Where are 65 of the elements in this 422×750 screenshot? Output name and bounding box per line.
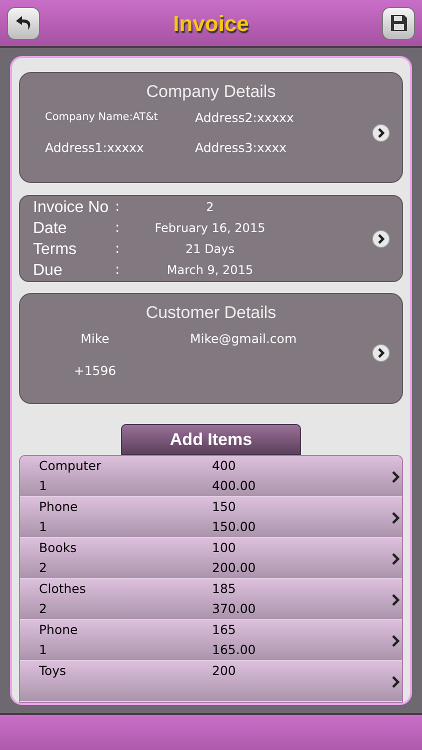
back-button[interactable] — [7, 6, 40, 40]
field-label: Date — [33, 218, 68, 238]
item-price: 100 — [212, 539, 237, 557]
colon-text: : — [115, 240, 121, 258]
item-row[interactable]: Books 100 2 200.00 — [20, 538, 402, 579]
item-quantity: 1 — [39, 477, 48, 495]
chevron-icon — [372, 124, 390, 142]
item-quantity: 1 — [39, 641, 48, 659]
field-value: 21 Days — [184, 240, 236, 258]
customer-email: Mike@gmail.com — [189, 330, 298, 348]
colon-text: : — [115, 218, 121, 238]
chevron-icon — [372, 230, 390, 248]
item-name: Books — [39, 539, 78, 557]
item-name: Computer — [39, 457, 102, 475]
customer-name: Mike — [80, 330, 110, 348]
item-price: 400 — [212, 457, 237, 475]
field-label: Invoice No — [33, 198, 110, 218]
item-total: 370.00 — [212, 600, 257, 618]
item-row[interactable]: Phone 150 1 150.00 — [20, 497, 402, 538]
item-total: 400.00 — [212, 477, 257, 495]
field-value: March 9, 2015 — [166, 262, 254, 278]
address-text: Address1:xxxxx — [45, 139, 145, 158]
chevron-icon — [392, 553, 400, 565]
company-name: Company Name:AT&t — [45, 110, 159, 125]
field-value: 2 — [205, 198, 215, 216]
save-button[interactable] — [382, 6, 415, 40]
item-name: Phone — [39, 621, 79, 639]
item-quantity: 2 — [39, 600, 48, 618]
chevron-icon — [392, 471, 400, 483]
chevron-icon — [392, 512, 400, 524]
chevron-icon — [392, 676, 400, 688]
chevron-icon — [372, 344, 390, 362]
item-row[interactable]: Clothes 185 2 370.00 — [20, 579, 402, 620]
item-quantity: 1 — [39, 518, 48, 536]
item-name: Toys — [39, 662, 68, 680]
card-title: Customer Details — [146, 302, 276, 324]
customer-card[interactable]: Customer Details Mike Mike@gmail.com +1596 — [19, 293, 403, 404]
chevron-icon — [392, 635, 400, 647]
field-value: February 16, 2015 — [154, 220, 266, 236]
item-row[interactable]: Toys 200 — [20, 661, 402, 702]
colon-text: : — [115, 260, 121, 280]
item-row[interactable]: Computer 400 1 400.00 — [20, 456, 402, 497]
item-name: Phone — [39, 498, 79, 516]
item-total: 150.00 — [212, 518, 257, 536]
item-price: 165 — [212, 621, 237, 639]
card-title: Company Details — [146, 81, 276, 103]
add-items-button[interactable]: Add Items — [121, 424, 301, 455]
customer-phone: +1596 — [74, 362, 116, 380]
item-price: 185 — [212, 580, 237, 598]
colon-text: : — [115, 198, 121, 216]
address-text: Address3:xxxx — [195, 139, 288, 158]
field-label: Due — [33, 260, 64, 280]
item-price: 150 — [212, 498, 237, 516]
item-name: Clothes — [39, 580, 87, 598]
screen-title: Invoice — [173, 10, 249, 38]
item-total: 200.00 — [212, 559, 257, 577]
field-label: Terms — [33, 240, 78, 260]
address-text: Address2:xxxxx — [195, 108, 295, 126]
item-price: 200 — [212, 662, 237, 680]
company-card[interactable]: Company Details Company Name:AT&t Address2:xxxxx Address1:xxxxx Address3:xxxx — [19, 72, 403, 183]
item-row[interactable]: Phone 165 1 165.00 — [20, 620, 402, 661]
invoice-card[interactable]: Invoice No : 2 Date : February 16, 2015 Terms : 21 Days Due : March 9, 2015 — [19, 195, 403, 282]
item-quantity: 2 — [39, 559, 48, 577]
chevron-icon — [392, 594, 400, 606]
item-total: 165.00 — [212, 641, 257, 659]
